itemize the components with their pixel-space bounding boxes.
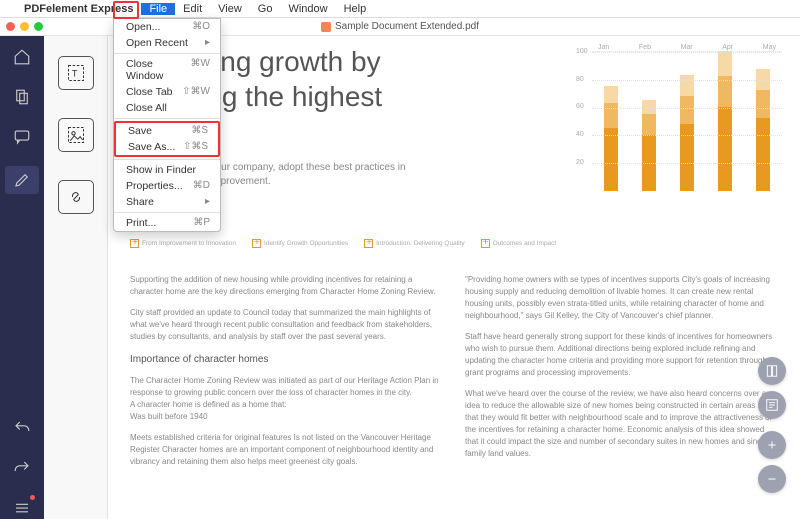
maximize-window-button[interactable] — [34, 22, 43, 31]
menu-properties[interactable]: Properties...⌘D — [114, 178, 220, 194]
chart-category: Apr — [722, 44, 733, 51]
image-tool-button[interactable] — [58, 118, 94, 152]
chart-ytick: 100 — [576, 48, 588, 55]
legend-item: Identify Growth Opportunities — [252, 239, 348, 248]
legend-row: From Improvement to Innovation Identify G… — [130, 239, 778, 248]
view-single-button[interactable] — [758, 357, 786, 385]
chart-category: Jan — [598, 44, 609, 51]
chart-bar — [756, 69, 770, 191]
chart-bar — [604, 86, 618, 191]
highlight-save-annotation: Save⌘S Save As...⇧⌘S — [114, 121, 220, 157]
menu-show-in-finder[interactable]: Show in Finder — [114, 162, 220, 178]
tool-column: T — [44, 36, 108, 519]
menu-save[interactable]: Save⌘S — [116, 123, 218, 139]
menu-icon[interactable] — [11, 497, 33, 519]
legend-marker-icon — [364, 239, 373, 248]
menu-view[interactable]: View — [210, 3, 250, 15]
menu-close-tab[interactable]: Close Tab⇧⌘W — [114, 84, 220, 100]
menu-close-all[interactable]: Close All — [114, 100, 220, 116]
menu-go[interactable]: Go — [250, 3, 281, 15]
document-title: Sample Document Extended.pdf — [335, 21, 479, 32]
chart-bar — [718, 51, 732, 191]
undo-icon[interactable] — [11, 417, 33, 439]
menu-edit[interactable]: Edit — [175, 3, 210, 15]
chart: JanFebMarAprMay 10080604020 — [592, 44, 782, 214]
legend-item: Outcomes and Impact — [481, 239, 557, 248]
menu-open[interactable]: Open...⌘O — [114, 19, 220, 35]
chart-category: Feb — [639, 44, 651, 51]
link-tool-button[interactable] — [58, 180, 94, 214]
document-icon — [321, 22, 331, 32]
chart-ytick: 20 — [576, 159, 584, 166]
zoom-out-button[interactable] — [758, 465, 786, 493]
zoom-in-button[interactable] — [758, 431, 786, 459]
close-window-button[interactable] — [6, 22, 15, 31]
menu-file[interactable]: File — [141, 3, 175, 15]
menu-help[interactable]: Help — [336, 3, 375, 15]
column-right: "Providing home owners with se types of … — [465, 274, 778, 477]
section-heading: Importance of character homes — [130, 352, 443, 367]
legend-marker-icon — [252, 239, 261, 248]
chart-category: May — [763, 44, 776, 51]
chart-bar — [680, 75, 694, 191]
column-left: Supporting the addition of new housing w… — [130, 274, 443, 477]
chart-bar — [642, 100, 656, 191]
comment-icon[interactable] — [11, 126, 33, 148]
chart-category: Mar — [681, 44, 693, 51]
chart-ytick: 60 — [576, 103, 584, 110]
svg-text:T: T — [71, 68, 77, 78]
app-name[interactable]: PDFelement Express — [16, 3, 141, 15]
menu-save-as[interactable]: Save As...⇧⌘S — [116, 139, 218, 155]
legend-item: From Improvement to Innovation — [130, 239, 236, 248]
legend-marker-icon — [481, 239, 490, 248]
menu-close-window[interactable]: Close Window⌘W — [114, 56, 220, 84]
menu-print[interactable]: Print...⌘P — [114, 215, 220, 231]
pages-icon[interactable] — [11, 86, 33, 108]
minimize-window-button[interactable] — [20, 22, 29, 31]
pencil-icon[interactable] — [5, 166, 39, 194]
chart-ytick: 40 — [576, 131, 584, 138]
redo-icon[interactable] — [11, 457, 33, 479]
menu-open-recent[interactable]: Open Recent▸ — [114, 35, 220, 51]
traffic-lights — [6, 22, 43, 31]
menu-share[interactable]: Share▸ — [114, 194, 220, 210]
legend-item: Introduction: Delivering Quality — [364, 239, 465, 248]
body-columns: Supporting the addition of new housing w… — [130, 274, 778, 477]
mac-menubar: PDFelement Express File Edit View Go Win… — [0, 0, 800, 18]
chart-ytick: 80 — [576, 76, 584, 83]
text-tool-button[interactable]: T — [58, 56, 94, 90]
legend-marker-icon — [130, 239, 139, 248]
file-menu-dropdown: Open...⌘O Open Recent▸ Close Window⌘W Cl… — [113, 18, 221, 232]
menu-window[interactable]: Window — [280, 3, 335, 15]
left-rail — [0, 36, 44, 519]
home-icon[interactable] — [11, 46, 33, 68]
view-text-button[interactable] — [758, 391, 786, 419]
